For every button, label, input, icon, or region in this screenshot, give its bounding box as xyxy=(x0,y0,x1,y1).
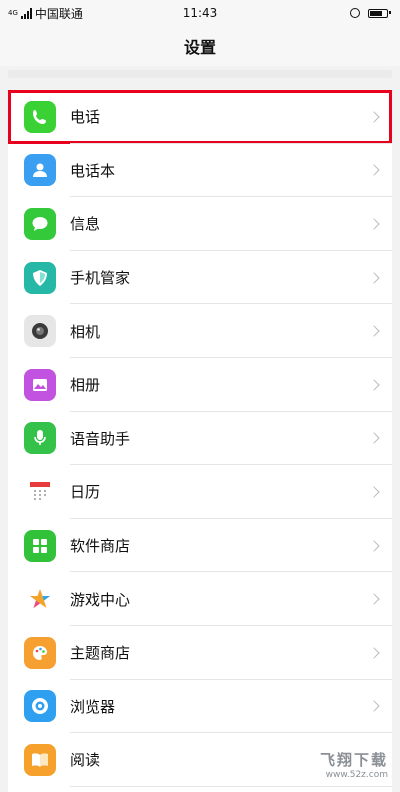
phone-icon xyxy=(24,100,56,133)
settings-item-microphone[interactable]: 语音助手 xyxy=(8,412,392,466)
status-bar: 4G 中国联通 11:43 xyxy=(0,0,400,26)
chevron-right-icon xyxy=(368,271,380,284)
page-header: 设置 xyxy=(0,26,400,66)
camera-icon xyxy=(24,315,56,348)
chevron-right-icon xyxy=(368,593,380,605)
chevron-right-icon xyxy=(368,486,380,498)
book-icon xyxy=(24,743,56,776)
settings-item-phone[interactable]: 电话 xyxy=(8,90,392,144)
settings-item-label: 游戏中心 xyxy=(70,590,131,609)
settings-item-label: 手机管家 xyxy=(70,269,131,288)
chevron-right-icon xyxy=(368,111,380,123)
chevron-right-icon xyxy=(368,539,380,552)
settings-list: 电话 电话本 信息 手机管家 相机 相册 语音助手 日历 软件商店 游戏中心 主题商店 浏览器 阅读 xyxy=(8,90,392,792)
settings-item-game-center[interactable]: 游戏中心 xyxy=(8,572,392,626)
settings-item-shield[interactable]: 手机管家 xyxy=(8,251,392,305)
message-icon xyxy=(24,207,56,240)
settings-item-theme-store[interactable]: 主题商店 xyxy=(8,626,392,680)
chevron-right-icon xyxy=(368,218,380,230)
settings-item-label: 日历 xyxy=(70,483,101,502)
settings-item-camera[interactable]: 相机 xyxy=(8,304,392,358)
page-title: 设置 xyxy=(183,38,216,57)
network-type-label: 4G xyxy=(8,9,18,17)
settings-item-calendar[interactable]: 日历 xyxy=(8,465,392,519)
chevron-right-icon xyxy=(368,700,380,712)
settings-item-contacts[interactable]: 电话本 xyxy=(8,144,392,198)
watermark-url: www.52z.com xyxy=(325,770,388,780)
signal-icon xyxy=(20,7,32,19)
gallery-icon xyxy=(24,368,56,401)
settings-item-label: 浏览器 xyxy=(70,697,116,716)
watermark-logo: 飞翔下载 xyxy=(319,751,388,769)
settings-item-label: 电话本 xyxy=(70,161,116,180)
watermark: 飞翔下载 www.52z.com xyxy=(320,749,388,780)
microphone-icon xyxy=(24,422,56,455)
settings-item-label: 相机 xyxy=(70,322,101,341)
settings-item-label: 软件商店 xyxy=(70,537,131,556)
settings-item-label: 电话 xyxy=(70,108,101,127)
chevron-right-icon xyxy=(368,432,380,445)
app-store-icon xyxy=(24,529,56,562)
status-left: 4G 中国联通 xyxy=(0,5,83,22)
status-right xyxy=(350,8,400,18)
battery-icon xyxy=(368,8,391,18)
settings-item-gallery[interactable]: 相册 xyxy=(8,358,392,412)
chevron-right-icon xyxy=(368,164,380,177)
calendar-icon xyxy=(24,476,56,508)
settings-item-message[interactable]: 信息 xyxy=(8,197,392,251)
row-divider xyxy=(70,785,392,787)
settings-item-label: 语音助手 xyxy=(70,429,131,448)
settings-item-browser[interactable]: 浏览器 xyxy=(8,680,392,734)
browser-icon xyxy=(24,690,56,723)
settings-item-app-store[interactable]: 软件商店 xyxy=(8,519,392,573)
chevron-right-icon xyxy=(368,379,380,391)
settings-item-label: 主题商店 xyxy=(70,644,131,663)
chevron-right-icon xyxy=(368,325,380,337)
alarm-icon xyxy=(350,8,360,18)
contacts-icon xyxy=(24,154,56,187)
settings-item-label: 相册 xyxy=(70,376,101,395)
top-divider xyxy=(8,70,392,78)
theme-store-icon xyxy=(24,636,56,669)
carrier-label: 中国联通 xyxy=(34,6,83,21)
shield-icon xyxy=(24,261,56,294)
chevron-right-icon xyxy=(368,647,380,659)
game-center-icon xyxy=(24,583,56,616)
settings-item-label: 信息 xyxy=(70,215,101,234)
